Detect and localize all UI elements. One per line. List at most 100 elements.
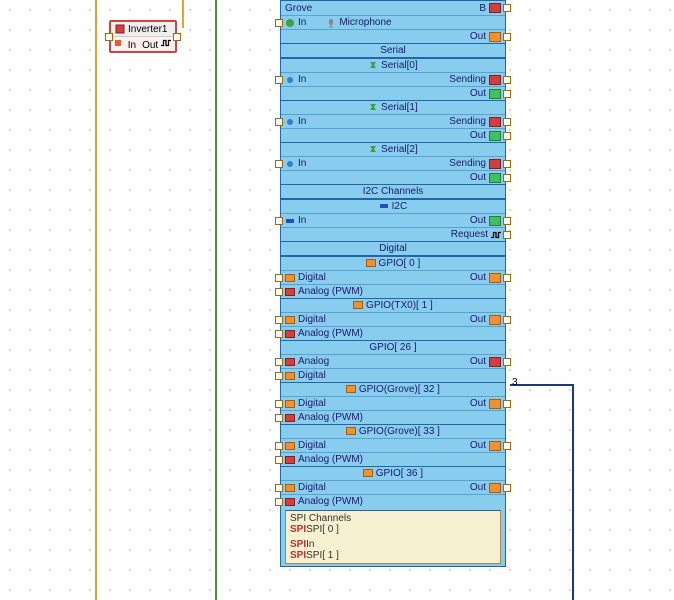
analog-icon <box>285 288 295 296</box>
i2c-in-port[interactable] <box>275 217 283 225</box>
digital-header: Digital <box>281 241 505 256</box>
serial-icon <box>368 60 378 70</box>
serial2-out-row: Out <box>281 170 505 184</box>
spi-in: SPIIn <box>290 539 496 550</box>
gpio32-name: GPIO(Grove)[ 32 ] <box>281 382 505 396</box>
gpio1-p1-port[interactable] <box>275 316 283 324</box>
analog-icon <box>285 498 295 506</box>
gpio26-p2-port[interactable] <box>275 372 283 380</box>
grove-header-row: Grove B <box>281 1 505 15</box>
sending-icon <box>489 159 501 169</box>
wire-orange-left <box>95 0 97 600</box>
i2c-in-row: In Out <box>281 213 505 227</box>
gpio1-name: GPIO(TX0)[ 1 ] <box>281 298 505 312</box>
grove-label: Grove <box>285 3 312 14</box>
analog-icon <box>285 358 295 366</box>
gpio1-p2: Analog (PWM) <box>281 326 505 340</box>
serial2-out-port[interactable] <box>503 174 511 182</box>
grove-in-port[interactable] <box>275 19 283 27</box>
gpio1-out-port[interactable] <box>503 316 511 324</box>
i2c-req-port[interactable] <box>503 231 511 239</box>
analog-icon <box>285 456 295 464</box>
serial0-in-port[interactable] <box>275 76 283 84</box>
grove-out-icon <box>489 32 501 42</box>
gpio0-out-port[interactable] <box>503 274 511 282</box>
serial0-sending-port[interactable] <box>503 76 511 84</box>
gpio33-p1: DigitalOut <box>281 438 505 452</box>
serial-in-icon <box>285 159 295 169</box>
gpio33-p1-port[interactable] <box>275 442 283 450</box>
gpio-icon <box>346 385 356 393</box>
analog-icon <box>285 414 295 422</box>
serial-in-icon <box>285 75 295 85</box>
digital-icon <box>285 316 295 324</box>
gpio32-out-port[interactable] <box>503 400 511 408</box>
b-icon <box>489 3 501 13</box>
gpio26-p2: Digital <box>281 368 505 382</box>
serial2-name: Serial[2] <box>281 142 505 156</box>
spi1: SPISPI[ 1 ] <box>290 550 496 561</box>
digital-icon <box>285 372 295 380</box>
gpio33-out-port[interactable] <box>503 442 511 450</box>
inverter-node[interactable]: Inverter1 In Out <box>109 20 177 53</box>
inverter-in-label: In <box>128 40 136 51</box>
i2c-req-row: Request <box>281 227 505 241</box>
serial1-sending-port[interactable] <box>503 118 511 126</box>
gpio-list: GPIO[ 0 ] DigitalOut Analog (PWM) GPIO(T… <box>281 256 505 508</box>
gpio1-p2-port[interactable] <box>275 330 283 338</box>
serial1-out-port[interactable] <box>503 132 511 140</box>
gpio0-p2-port[interactable] <box>275 288 283 296</box>
grove-b-port[interactable] <box>503 4 511 12</box>
serial2-in-row: In Sending <box>281 156 505 170</box>
gpio-icon <box>366 259 376 267</box>
digital-icon <box>285 442 295 450</box>
gpio36-out-port[interactable] <box>503 484 511 492</box>
gpio-icon <box>346 427 356 435</box>
inverter-out-port[interactable] <box>173 33 181 41</box>
inverter-title: Inverter1 <box>128 24 167 35</box>
spi-icon: SPI <box>290 550 306 561</box>
serial0-name: Serial[0] <box>281 58 505 72</box>
wire-green-left <box>215 0 217 600</box>
serial1-in-row: In Sending <box>281 114 505 128</box>
spi-icon: SPI <box>290 524 306 535</box>
gpio0-p1-port[interactable] <box>275 274 283 282</box>
gpio-icon <box>353 301 363 309</box>
out-icon <box>489 131 501 141</box>
sending-icon <box>489 117 501 127</box>
gpio26-p1-port[interactable] <box>275 358 283 366</box>
inverter-title-bar: Inverter1 <box>111 22 175 37</box>
serial0-out-row: Out <box>281 86 505 100</box>
main-device-block[interactable]: Grove B In Microphone Out Serial <box>280 0 506 567</box>
serial-icon <box>368 102 378 112</box>
i2c-icon <box>379 201 389 211</box>
gpio36-p1-port[interactable] <box>275 484 283 492</box>
gpio33-p2: Analog (PWM) <box>281 452 505 466</box>
serial0-out-port[interactable] <box>503 90 511 98</box>
gpio26-out-port[interactable] <box>503 358 511 366</box>
inverter-out-label: Out <box>142 40 158 51</box>
grove-out-label: Out <box>470 31 486 42</box>
out-icon <box>489 357 501 367</box>
serial2-sending-port[interactable] <box>503 160 511 168</box>
inverter-in-port[interactable] <box>105 33 113 41</box>
serial1-in-port[interactable] <box>275 118 283 126</box>
inverter-body: In Out <box>111 37 175 51</box>
gpio32-p1-port[interactable] <box>275 400 283 408</box>
mic-label: Microphone <box>339 17 391 28</box>
gpio32-p2-port[interactable] <box>275 414 283 422</box>
i2c-out-port[interactable] <box>503 217 511 225</box>
wire-orange-stub <box>182 0 184 28</box>
grove-in-label: In <box>298 17 306 28</box>
gpio33-p2-port[interactable] <box>275 456 283 464</box>
out-icon <box>489 216 501 226</box>
serial-icon <box>368 144 378 154</box>
serial1-out-row: Out <box>281 128 505 142</box>
serial2-in-port[interactable] <box>275 160 283 168</box>
spi0: SPISPI[ 0 ] <box>290 524 496 535</box>
gpio32-p1: DigitalOut <box>281 396 505 410</box>
spi-icon: SPI <box>290 539 306 550</box>
pulse-icon <box>161 38 171 48</box>
grove-out-port[interactable] <box>503 33 511 41</box>
gpio36-p2-port[interactable] <box>275 498 283 506</box>
